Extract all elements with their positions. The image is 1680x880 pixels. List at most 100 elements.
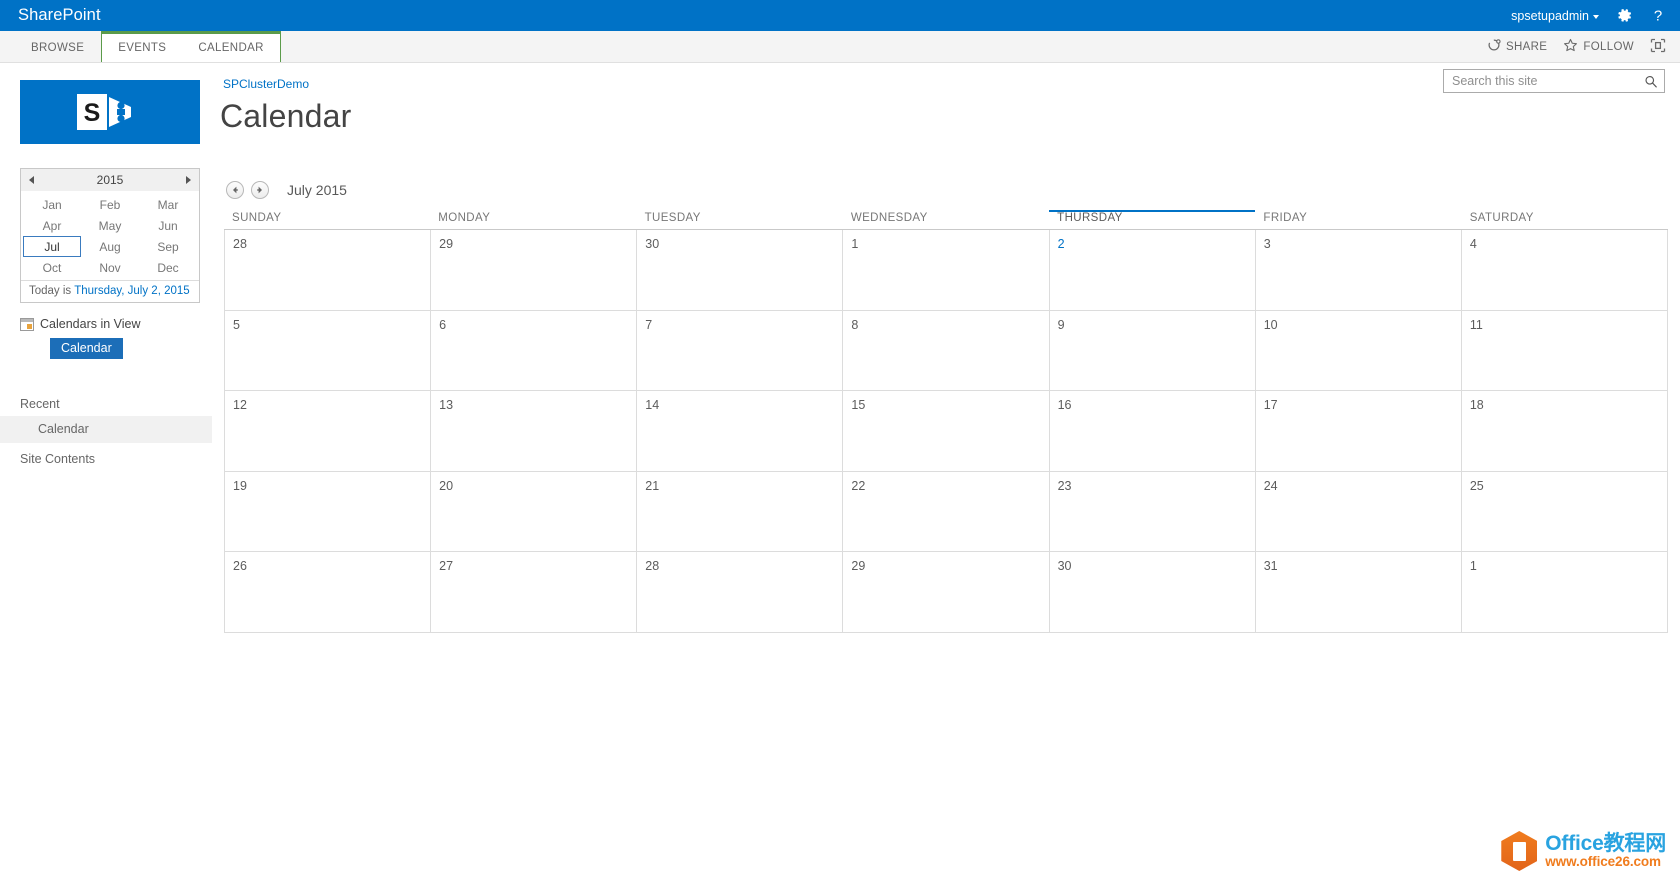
day-cell[interactable]: 27	[431, 552, 638, 632]
day-cell[interactable]: 6	[431, 310, 638, 390]
search-icon	[1645, 75, 1657, 87]
office-hex-logo-icon	[1501, 831, 1538, 871]
day-number: 25	[1469, 478, 1484, 493]
day-number: 2	[1057, 237, 1065, 251]
day-cell[interactable]: 18	[1462, 391, 1668, 471]
day-header-tuesday: TUESDAY	[644, 212, 701, 224]
date-picker-year: 2015	[96, 173, 124, 187]
day-number: 27	[439, 559, 454, 573]
tab-events[interactable]: EVENTS	[101, 31, 183, 62]
user-name: spsetupadmin	[1511, 8, 1589, 23]
day-cell[interactable]: 31	[1256, 552, 1462, 632]
day-cell-today[interactable]: 2	[1050, 230, 1256, 310]
month-dec[interactable]: Dec	[139, 257, 197, 278]
tab-calendar[interactable]: CALENDAR	[182, 31, 281, 62]
focus-on-content-button[interactable]	[1650, 38, 1666, 56]
day-cell[interactable]: 7	[637, 310, 844, 390]
day-cell[interactable]: 4	[1462, 230, 1668, 310]
month-mar[interactable]: Mar	[139, 194, 197, 215]
search-box	[1443, 69, 1665, 93]
sharepoint-brand[interactable]: SharePoint	[18, 6, 101, 25]
day-cell[interactable]: 23	[1050, 471, 1256, 551]
day-number: 22	[851, 478, 866, 493]
search-button[interactable]	[1638, 70, 1664, 92]
day-cell[interactable]: 25	[1462, 471, 1668, 551]
day-number: 14	[645, 398, 660, 412]
day-cell[interactable]: 5	[225, 310, 432, 390]
day-cell[interactable]: 3	[1256, 230, 1462, 310]
prev-month-button[interactable]	[226, 181, 244, 199]
day-cell[interactable]: 14	[637, 391, 844, 471]
page-title: Calendar	[220, 98, 352, 134]
day-cell[interactable]: 1	[1462, 552, 1668, 632]
arrow-left-circle-icon	[233, 186, 238, 194]
sidebar-item-site-contents[interactable]: Site Contents	[0, 443, 212, 473]
day-cell[interactable]: 22	[843, 471, 1050, 551]
day-cell[interactable]: 30	[1050, 552, 1256, 632]
day-cell[interactable]: 17	[1256, 391, 1462, 471]
day-header-thursday: THURSDAY	[1049, 210, 1256, 229]
arrow-right-circle-icon	[257, 186, 262, 194]
month-sep[interactable]: Sep	[139, 236, 197, 257]
day-cell[interactable]: 13	[431, 391, 638, 471]
day-cell[interactable]: 28	[225, 230, 432, 310]
today-is-row: Today is Thursday, July 2, 2015	[21, 280, 199, 302]
calendar-chip[interactable]: Calendar	[50, 338, 123, 359]
help-icon[interactable]: ?	[1650, 7, 1666, 25]
gear-icon[interactable]	[1616, 7, 1633, 24]
day-number: 29	[851, 559, 866, 573]
site-logo[interactable]: S	[20, 80, 200, 144]
day-cell[interactable]: 16	[1050, 391, 1256, 471]
search-input[interactable]	[1444, 74, 1638, 88]
day-number: 30	[1057, 559, 1072, 573]
svg-text:S: S	[84, 99, 101, 127]
follow-button[interactable]: FOLLOW	[1563, 38, 1634, 56]
month-jun[interactable]: Jun	[139, 215, 197, 236]
watermark: Office教程网 www.office26.com	[1501, 831, 1666, 871]
day-number: 5	[233, 317, 240, 332]
month-jul[interactable]: Jul	[23, 236, 81, 257]
day-cell[interactable]: 20	[431, 471, 638, 551]
share-button[interactable]: SHARE	[1487, 38, 1547, 55]
day-cell[interactable]: 10	[1256, 310, 1462, 390]
month-aug[interactable]: Aug	[81, 236, 139, 257]
day-cell[interactable]: 24	[1256, 471, 1462, 551]
next-month-button[interactable]	[251, 181, 269, 199]
day-cell[interactable]: 1	[843, 230, 1050, 310]
day-cell[interactable]: 19	[225, 471, 432, 551]
ribbon-actions: SHARE FOLLOW	[1487, 31, 1680, 62]
day-cell[interactable]: 29	[843, 552, 1050, 632]
day-cell[interactable]: 11	[1462, 310, 1668, 390]
day-cell[interactable]: 8	[843, 310, 1050, 390]
sharepoint-logo-icon: S	[77, 94, 131, 130]
month-feb[interactable]: Feb	[81, 194, 139, 215]
triangle-right-icon[interactable]	[186, 176, 191, 184]
day-cell[interactable]: 29	[431, 230, 638, 310]
day-cell[interactable]: 9	[1050, 310, 1256, 390]
day-number: 1	[1469, 559, 1477, 573]
month-nov[interactable]: Nov	[81, 257, 139, 278]
office-hex-logo-inner	[1512, 841, 1526, 861]
day-cell[interactable]: 26	[225, 552, 432, 632]
day-cell[interactable]: 28	[637, 552, 844, 632]
day-number: 15	[851, 398, 866, 412]
month-oct[interactable]: Oct	[23, 257, 81, 278]
day-cell[interactable]: 21	[637, 471, 844, 551]
breadcrumb[interactable]: SPClusterDemo	[223, 77, 309, 91]
month-jan[interactable]: Jan	[23, 194, 81, 215]
day-number: 4	[1469, 237, 1477, 251]
watermark-title: Office教程网	[1545, 831, 1666, 855]
month-apr[interactable]: Apr	[23, 215, 81, 236]
svg-text:?: ?	[1654, 8, 1662, 25]
day-cell[interactable]: 12	[225, 391, 432, 471]
mini-calendar-date-picker: 2015 Jan Feb Mar Apr May Jun Jul Aug Sep…	[20, 168, 200, 303]
day-header-saturday: SATURDAY	[1469, 212, 1534, 224]
user-menu[interactable]: spsetupadmin	[1511, 9, 1599, 23]
day-cell[interactable]: 15	[843, 391, 1050, 471]
day-cell[interactable]: 30	[637, 230, 844, 310]
month-may[interactable]: May	[81, 215, 139, 236]
today-date-link[interactable]: Thursday, July 2, 2015	[74, 285, 190, 297]
content-area: SPClusterDemo Calendar Search this site …	[212, 63, 1680, 880]
sidebar-item-calendar[interactable]: Calendar	[0, 416, 212, 443]
tab-browse[interactable]: BROWSE	[14, 31, 101, 62]
